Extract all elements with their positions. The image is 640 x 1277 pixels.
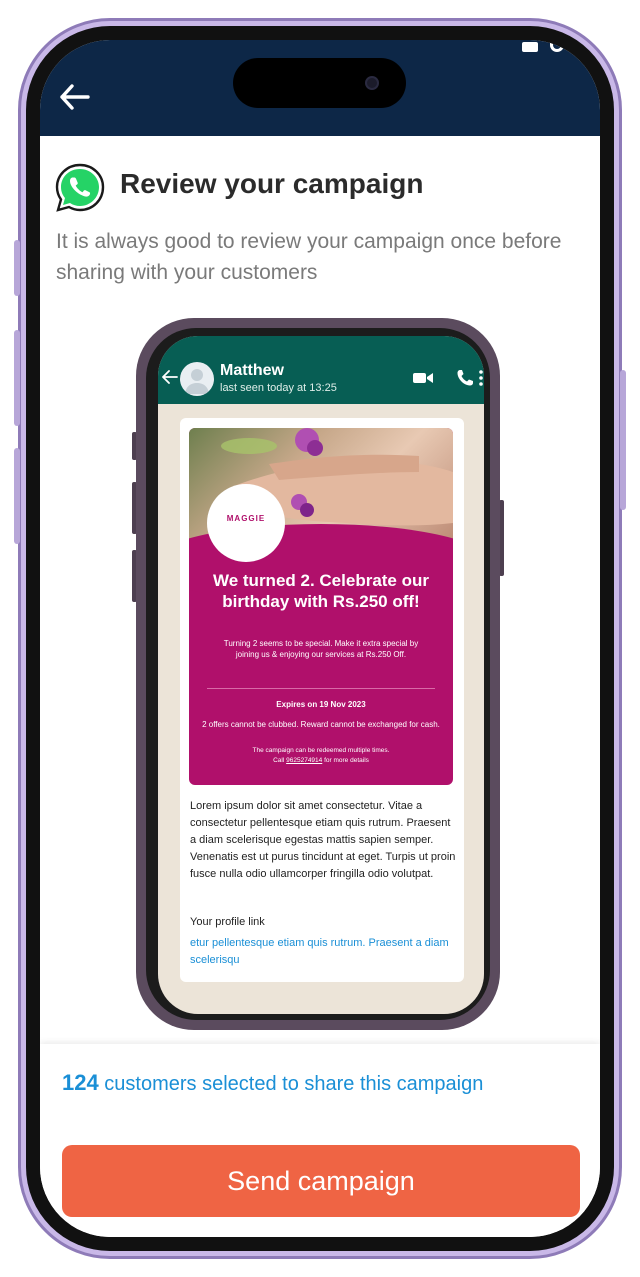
redeem-text: The campaign can be redeemed multiple ti…: [252, 747, 390, 754]
promo-expiry: Expires on 19 Nov 2023: [276, 700, 366, 709]
promo-terms: 2 offers cannot be clubbed. Reward canno…: [202, 720, 440, 729]
last-seen: last seen today at 13:25: [220, 382, 337, 394]
device-side-button: [14, 240, 20, 296]
profile-link[interactable]: etur pellentesque etiam quis rutrum. Pra…: [190, 935, 456, 969]
video-call-icon: [413, 373, 433, 383]
call-line: Call 9625274914 for more details: [199, 756, 443, 766]
chat-header: Matthew last seen today at 13:25: [158, 336, 484, 404]
app-screen: Review your campaign It is always good t…: [40, 40, 600, 1237]
signal-icon: [522, 42, 538, 52]
arrow-left-icon: [162, 370, 178, 384]
device-side-button: [620, 370, 626, 510]
divider: [207, 688, 435, 689]
phone-number: 9625274914: [286, 757, 323, 764]
message-text: Lorem ipsum dolor sit amet consectetur. …: [190, 800, 456, 880]
send-campaign-button[interactable]: Send campaign: [62, 1145, 580, 1217]
dynamic-island: [233, 58, 406, 108]
brand-name: MAGGIE: [226, 514, 266, 523]
avatar: [180, 362, 214, 396]
device-side-button: [14, 448, 20, 544]
promo-headline: We turned 2. Celebrate our birthday with…: [212, 571, 429, 611]
page-title: Review your campaign: [120, 168, 424, 199]
customer-count-text: 124 customers selected to share this cam…: [62, 1070, 483, 1096]
device-side-button: [14, 330, 20, 426]
call-suffix: for more details: [322, 757, 369, 764]
whatsapp-icon: [55, 163, 105, 212]
wifi-icon: [550, 40, 564, 52]
phone-icon: [457, 370, 473, 386]
camera-icon: [365, 76, 379, 90]
profile-link-label: Your profile link: [190, 916, 265, 928]
call-prefix: Call: [273, 757, 287, 764]
customer-count: 124: [62, 1070, 99, 1095]
app-header: [40, 40, 600, 136]
more-vertical-icon: [479, 370, 483, 386]
page-subtitle: It is always good to review your campaig…: [56, 230, 562, 284]
promo-card: MAGGIE We turned 2. Celebrate our birthd…: [189, 428, 453, 785]
promo-body: Turning 2 seems to be special. Make it e…: [223, 639, 419, 659]
customer-count-label: customers selected to share this campaig…: [104, 1073, 484, 1095]
promo-fineprint: The campaign can be redeemed multiple ti…: [199, 746, 443, 766]
brand-logo: [207, 484, 285, 562]
contact-name: Matthew: [220, 362, 284, 379]
arrow-left-icon[interactable]: [58, 82, 92, 112]
